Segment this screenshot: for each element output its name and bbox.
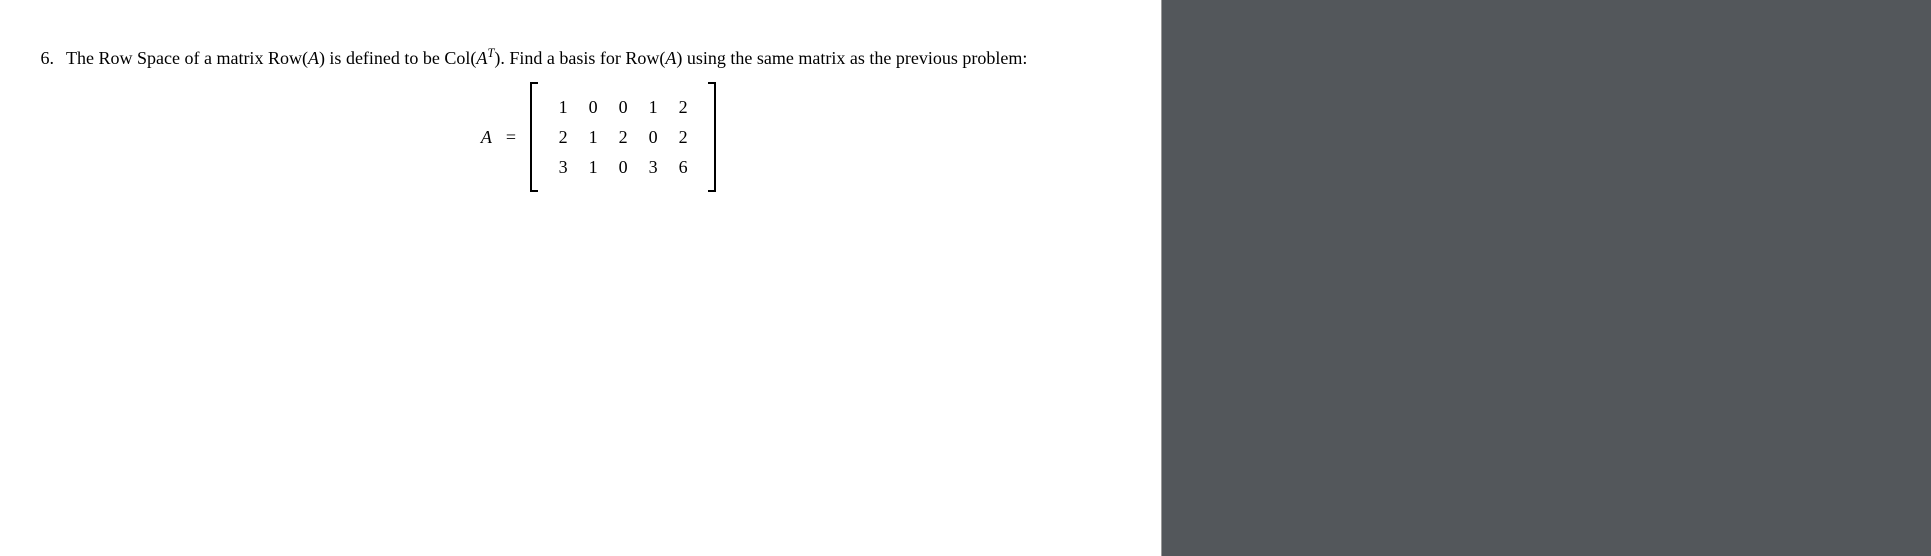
matrix-cell: 1 (586, 128, 600, 146)
matrix-cell: 1 (586, 158, 600, 176)
matrix-cell: 3 (556, 158, 570, 176)
matrix-cell: 1 (646, 98, 660, 116)
matrix-equation: A = 1 0 0 1 2 2 1 (66, 82, 1131, 192)
equals-sign: = (506, 128, 516, 146)
matrix: 1 0 0 1 2 2 1 2 0 2 (540, 86, 706, 188)
matrix-cell: 3 (646, 158, 660, 176)
equation-lhs: A (481, 128, 492, 146)
problem-body: The Row Space of a matrix Row(A) is defi… (66, 40, 1131, 192)
problem-statement: The Row Space of a matrix Row(A) is defi… (66, 40, 1131, 76)
matrix-cell: 2 (556, 128, 570, 146)
matrix-row: 2 1 2 0 2 (556, 128, 690, 146)
text-segment: ) using the same matrix as the previous … (676, 48, 1027, 68)
document-page: 6. The Row Space of a matrix Row(A) is d… (0, 0, 1161, 556)
matrix-cell: 0 (586, 98, 600, 116)
matrix-cell: 0 (616, 98, 630, 116)
matrix-cell: 2 (676, 98, 690, 116)
text-segment: ) is defined to be Col( (319, 48, 476, 68)
matrix-container: 1 0 0 1 2 2 1 2 0 2 (530, 82, 716, 192)
math-variable-A: A (476, 48, 487, 68)
matrix-cell: 2 (676, 128, 690, 146)
matrix-cell: 0 (616, 158, 630, 176)
matrix-row: 3 1 0 3 6 (556, 158, 690, 176)
math-variable-A: A (665, 48, 676, 68)
text-segment: ). Find a basis for Row( (494, 48, 665, 68)
text-segment: The Row Space of a matrix Row( (66, 48, 308, 68)
matrix-cell: 6 (676, 158, 690, 176)
math-variable-A: A (308, 48, 319, 68)
problem-item: 6. The Row Space of a matrix Row(A) is d… (30, 40, 1131, 192)
problem-number: 6. (30, 40, 54, 192)
matrix-cell: 2 (616, 128, 630, 146)
viewer-sidebar (1161, 0, 1931, 556)
matrix-cell: 1 (556, 98, 570, 116)
matrix-row: 1 0 0 1 2 (556, 98, 690, 116)
right-bracket (708, 82, 716, 192)
left-bracket (530, 82, 538, 192)
matrix-cell: 0 (646, 128, 660, 146)
